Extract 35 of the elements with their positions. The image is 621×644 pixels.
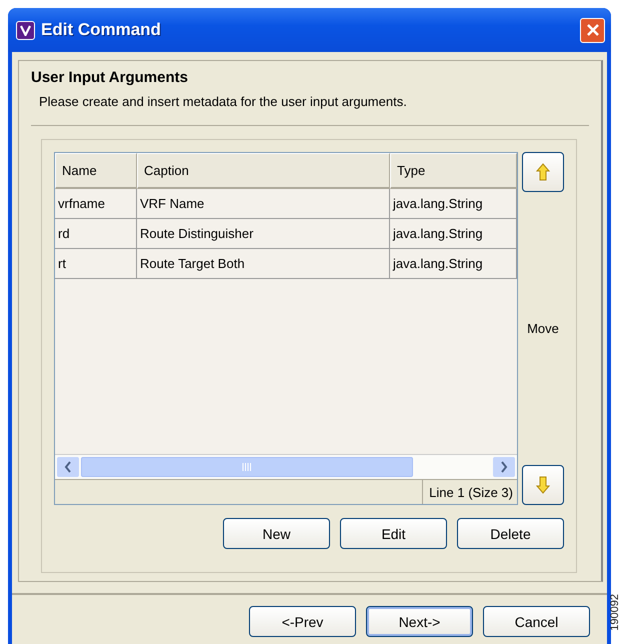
scroll-left-icon[interactable] — [57, 457, 79, 477]
window-title: Edit Command — [41, 20, 162, 40]
nav-button[interactable]: Next-> — [366, 606, 473, 637]
table-cell: java.lang.String — [390, 249, 517, 279]
action-button[interactable]: Edit — [340, 518, 447, 549]
table-cell: java.lang.String — [390, 219, 517, 249]
nav-button[interactable]: Cancel — [483, 606, 590, 637]
column-header[interactable]: Caption — [137, 153, 390, 189]
up-arrow-icon — [536, 163, 550, 181]
action-button[interactable]: New — [223, 518, 330, 549]
action-button[interactable]: Delete — [457, 518, 564, 549]
scroll-right-icon[interactable] — [493, 457, 515, 477]
move-up-button[interactable] — [522, 152, 564, 192]
table-cell: Route Distinguisher — [137, 219, 390, 249]
column-header[interactable]: Name — [55, 153, 137, 189]
figure-number: 190092 — [609, 594, 621, 631]
close-icon — [586, 23, 600, 37]
table-cell: VRF Name — [137, 189, 390, 219]
horizontal-scrollbar[interactable] — [55, 454, 517, 479]
section-title: User Input Arguments — [31, 69, 189, 86]
scroll-thumb[interactable] — [81, 457, 413, 477]
app-logo-icon — [16, 20, 35, 40]
section-description: Please create and insert metadata for the user input arguments. — [39, 94, 408, 109]
table-cell: Route Target Both — [137, 249, 390, 279]
move-label: Move — [527, 321, 559, 336]
nav-button[interactable]: <-Prev — [249, 606, 356, 637]
status-text: Line 1 (Size 3) — [422, 480, 517, 504]
table-cell: rt — [55, 249, 137, 279]
move-down-button[interactable] — [522, 465, 564, 505]
down-arrow-icon — [536, 476, 550, 494]
table-cell: rd — [55, 219, 137, 249]
close-button[interactable] — [580, 18, 605, 42]
table-cell: java.lang.String — [390, 189, 517, 219]
table-cell: vrfname — [55, 189, 137, 219]
column-header[interactable]: Type — [390, 153, 517, 189]
